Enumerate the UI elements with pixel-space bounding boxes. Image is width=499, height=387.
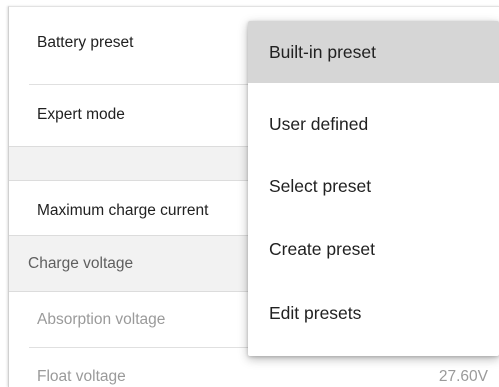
float-voltage-label: Float voltage bbox=[37, 368, 126, 385]
menu-item-create-preset[interactable]: Create preset bbox=[248, 218, 499, 280]
menu-item-select-preset[interactable]: Select preset bbox=[248, 155, 499, 217]
expert-mode-label: Expert mode bbox=[37, 106, 125, 123]
menu-item-edit-presets[interactable]: Edit presets bbox=[248, 282, 499, 344]
menu-item-label: Select preset bbox=[269, 175, 372, 196]
float-voltage-row: Float voltage 27.60V bbox=[9, 359, 499, 387]
battery-preset-label: Battery preset bbox=[37, 34, 134, 51]
absorption-voltage-label: Absorption voltage bbox=[37, 311, 166, 328]
charge-voltage-header-label: Charge voltage bbox=[28, 254, 134, 272]
menu-item-label: Create preset bbox=[269, 238, 376, 259]
menu-item-label: User defined bbox=[269, 113, 369, 134]
menu-item-label: Built-in preset bbox=[269, 41, 376, 62]
max-charge-current-label: Maximum charge current bbox=[37, 202, 209, 219]
menu-item-built-in-preset[interactable]: Built-in preset bbox=[248, 21, 499, 83]
menu-item-user-defined[interactable]: User defined bbox=[248, 93, 499, 155]
preset-dropdown-menu: Built-in preset User defined Select pres… bbox=[248, 21, 499, 356]
float-voltage-value: 27.60V bbox=[438, 368, 488, 385]
menu-item-label: Edit presets bbox=[269, 302, 362, 323]
